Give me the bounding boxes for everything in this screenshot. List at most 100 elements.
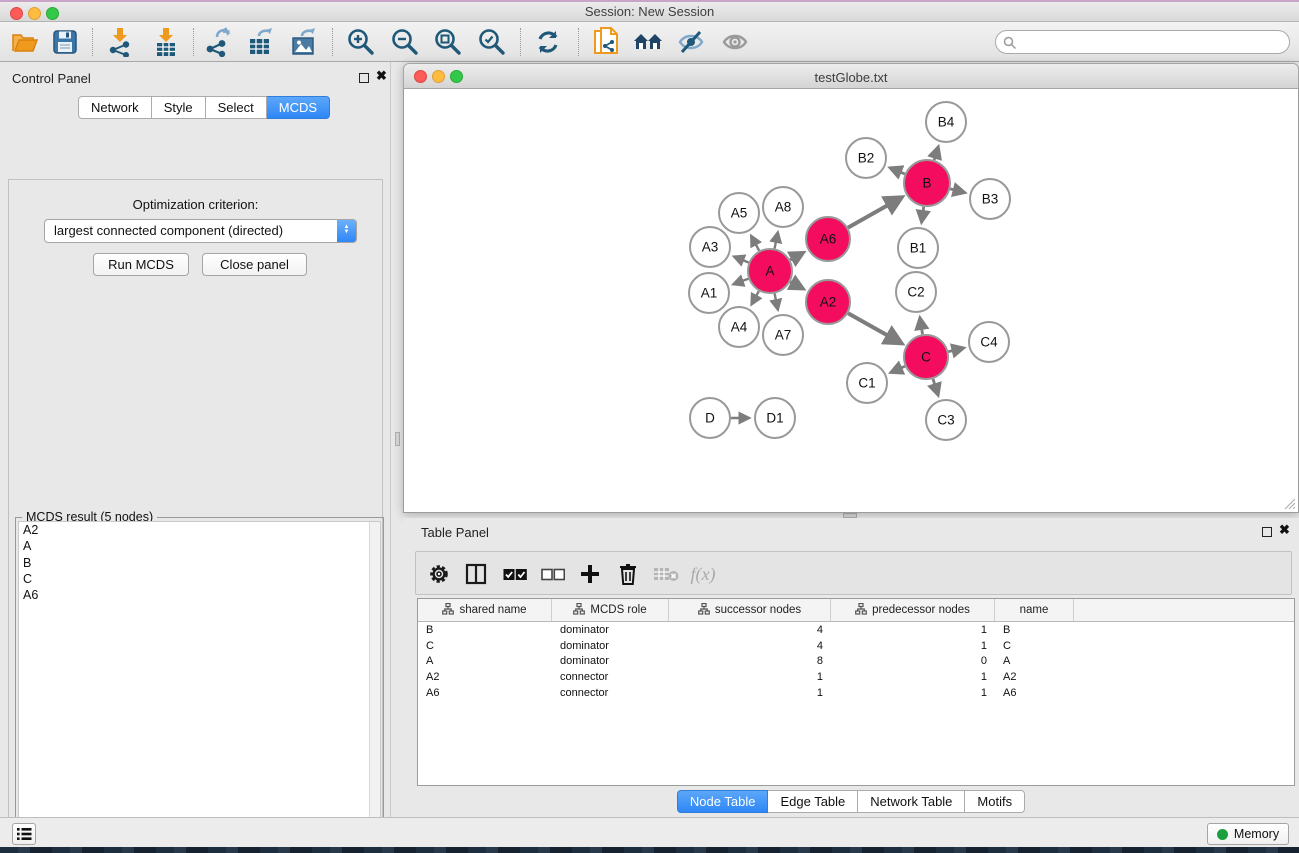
column-header-MCDS-role[interactable]: MCDS role xyxy=(552,599,669,621)
column-header-predecessor-nodes[interactable]: predecessor nodes xyxy=(831,599,995,621)
graph-node-B3[interactable]: B3 xyxy=(970,179,1010,219)
close-panel-button[interactable]: Close panel xyxy=(202,253,307,276)
edge-A-A3[interactable] xyxy=(734,257,749,263)
edge-A2-C[interactable] xyxy=(848,313,902,343)
delete-table-icon[interactable] xyxy=(651,560,681,588)
graph-node-C1[interactable]: C1 xyxy=(847,363,887,403)
cell-MCDS-role[interactable]: connector xyxy=(552,687,669,699)
open-session-icon[interactable] xyxy=(8,27,42,57)
zoom-out-icon[interactable] xyxy=(388,27,422,57)
delete-column-icon[interactable] xyxy=(613,560,643,588)
graph-node-A4[interactable]: A4 xyxy=(719,307,759,347)
cell-predecessor-nodes[interactable]: 0 xyxy=(831,655,995,667)
show-column-icon[interactable] xyxy=(461,560,491,588)
network-window-titlebar[interactable]: testGlobe.txt xyxy=(403,63,1299,89)
function-builder-icon[interactable]: f(x) xyxy=(688,560,718,588)
cell-shared-name[interactable]: B xyxy=(418,624,552,636)
graph-node-A3[interactable]: A3 xyxy=(690,227,730,267)
node-table[interactable]: shared nameMCDS rolesuccessor nodesprede… xyxy=(417,598,1295,786)
close-panel-icon[interactable]: ✖ xyxy=(376,68,387,84)
table-tab-edge-table[interactable]: Edge Table xyxy=(768,790,858,813)
zoom-selected-icon[interactable] xyxy=(475,27,509,57)
edge-B-B1[interactable] xyxy=(922,207,924,222)
tab-select[interactable]: Select xyxy=(206,96,267,119)
cell-predecessor-nodes[interactable]: 1 xyxy=(831,624,995,636)
table-tab-network-table[interactable]: Network Table xyxy=(858,790,965,813)
cell-predecessor-nodes[interactable]: 1 xyxy=(831,671,995,683)
cell-shared-name[interactable]: A xyxy=(418,655,552,667)
search-input[interactable] xyxy=(995,30,1290,54)
zoom-fit-icon[interactable] xyxy=(431,27,465,57)
table-tab-motifs[interactable]: Motifs xyxy=(965,790,1025,813)
table-tab-node-table[interactable]: Node Table xyxy=(677,790,769,813)
cell-name[interactable]: C xyxy=(995,640,1074,652)
graph-node-D[interactable]: D xyxy=(690,398,730,438)
graph-node-A6[interactable]: A6 xyxy=(806,217,850,261)
result-list-scrollbar[interactable] xyxy=(369,522,380,853)
table-row[interactable]: Adominator80A xyxy=(418,654,1294,670)
table-row[interactable]: Bdominator41B xyxy=(418,622,1294,638)
import-network-icon[interactable] xyxy=(103,27,137,57)
vertical-splitter-handle[interactable] xyxy=(395,432,400,446)
edge-A-A5[interactable] xyxy=(751,236,759,251)
edge-C-C2[interactable] xyxy=(920,318,923,335)
graph-node-C3[interactable]: C3 xyxy=(926,400,966,440)
cell-MCDS-role[interactable]: connector xyxy=(552,671,669,683)
graph-node-A8[interactable]: A8 xyxy=(763,187,803,227)
first-neighbors-icon[interactable] xyxy=(631,27,665,57)
mcds-result-item[interactable]: C xyxy=(19,571,380,587)
column-header-shared-name[interactable]: shared name xyxy=(418,599,552,621)
column-header-name[interactable]: name xyxy=(995,599,1074,621)
edge-A-A1[interactable] xyxy=(733,279,748,284)
mcds-result-item[interactable]: A2 xyxy=(19,522,380,538)
optimization-criterion-select[interactable]: largest connected component (directed) ▲… xyxy=(44,219,357,243)
cell-name[interactable]: A6 xyxy=(995,687,1074,699)
cell-predecessor-nodes[interactable]: 1 xyxy=(831,687,995,699)
cell-shared-name[interactable]: C xyxy=(418,640,552,652)
tab-style[interactable]: Style xyxy=(152,96,206,119)
memory-button[interactable]: Memory xyxy=(1207,823,1289,845)
cell-successor-nodes[interactable]: 4 xyxy=(669,624,831,636)
export-image-icon[interactable] xyxy=(287,27,321,57)
graph-node-B[interactable]: B xyxy=(904,160,950,206)
edge-A-A7[interactable] xyxy=(775,294,778,310)
graph-node-A[interactable]: A xyxy=(748,249,792,293)
cell-name[interactable]: A2 xyxy=(995,671,1074,683)
network-graph[interactable]: AA1A2A3A4A5A6A7A8BB1B2B3B4CC1C2C3C4DD1 xyxy=(404,89,1298,511)
select-all-checkbox-icon[interactable] xyxy=(500,560,530,588)
column-header-successor-nodes[interactable]: successor nodes xyxy=(669,599,831,621)
graph-node-B4[interactable]: B4 xyxy=(926,102,966,142)
refresh-icon[interactable] xyxy=(531,27,565,57)
graph-node-A1[interactable]: A1 xyxy=(689,273,729,313)
table-row[interactable]: A6connector11A6 xyxy=(418,685,1294,701)
edge-B-B4[interactable] xyxy=(934,147,938,160)
edge-A-A6[interactable] xyxy=(790,253,803,260)
cell-successor-nodes[interactable]: 1 xyxy=(669,687,831,699)
edge-C-C1[interactable] xyxy=(891,366,905,372)
zoom-in-icon[interactable] xyxy=(344,27,378,57)
table-settings-icon[interactable] xyxy=(424,560,454,588)
graph-node-B1[interactable]: B1 xyxy=(898,228,938,268)
graph-node-B2[interactable]: B2 xyxy=(846,138,886,178)
cell-name[interactable]: A xyxy=(995,655,1074,667)
tab-mcds[interactable]: MCDS xyxy=(267,96,330,119)
cell-successor-nodes[interactable]: 8 xyxy=(669,655,831,667)
cell-successor-nodes[interactable]: 1 xyxy=(669,671,831,683)
add-column-icon[interactable] xyxy=(575,560,605,588)
edge-C-C4[interactable] xyxy=(948,348,963,352)
graph-node-C[interactable]: C xyxy=(904,335,948,379)
edge-A-A2[interactable] xyxy=(790,282,803,289)
cell-shared-name[interactable]: A2 xyxy=(418,671,552,683)
edge-B-B2[interactable] xyxy=(890,168,905,174)
mcds-result-list[interactable]: A2ABCA6 xyxy=(18,521,381,853)
edge-A-A8[interactable] xyxy=(775,232,778,248)
cell-MCDS-role[interactable]: dominator xyxy=(552,624,669,636)
import-table-icon[interactable] xyxy=(149,27,183,57)
table-row[interactable]: Cdominator41C xyxy=(418,638,1294,654)
mcds-result-item[interactable]: A xyxy=(19,538,380,554)
graph-node-C4[interactable]: C4 xyxy=(969,322,1009,362)
cell-name[interactable]: B xyxy=(995,624,1074,636)
table-float-panel-icon[interactable] xyxy=(1262,527,1272,537)
window-resize-grip[interactable] xyxy=(1283,497,1295,509)
export-table-icon[interactable] xyxy=(244,27,278,57)
